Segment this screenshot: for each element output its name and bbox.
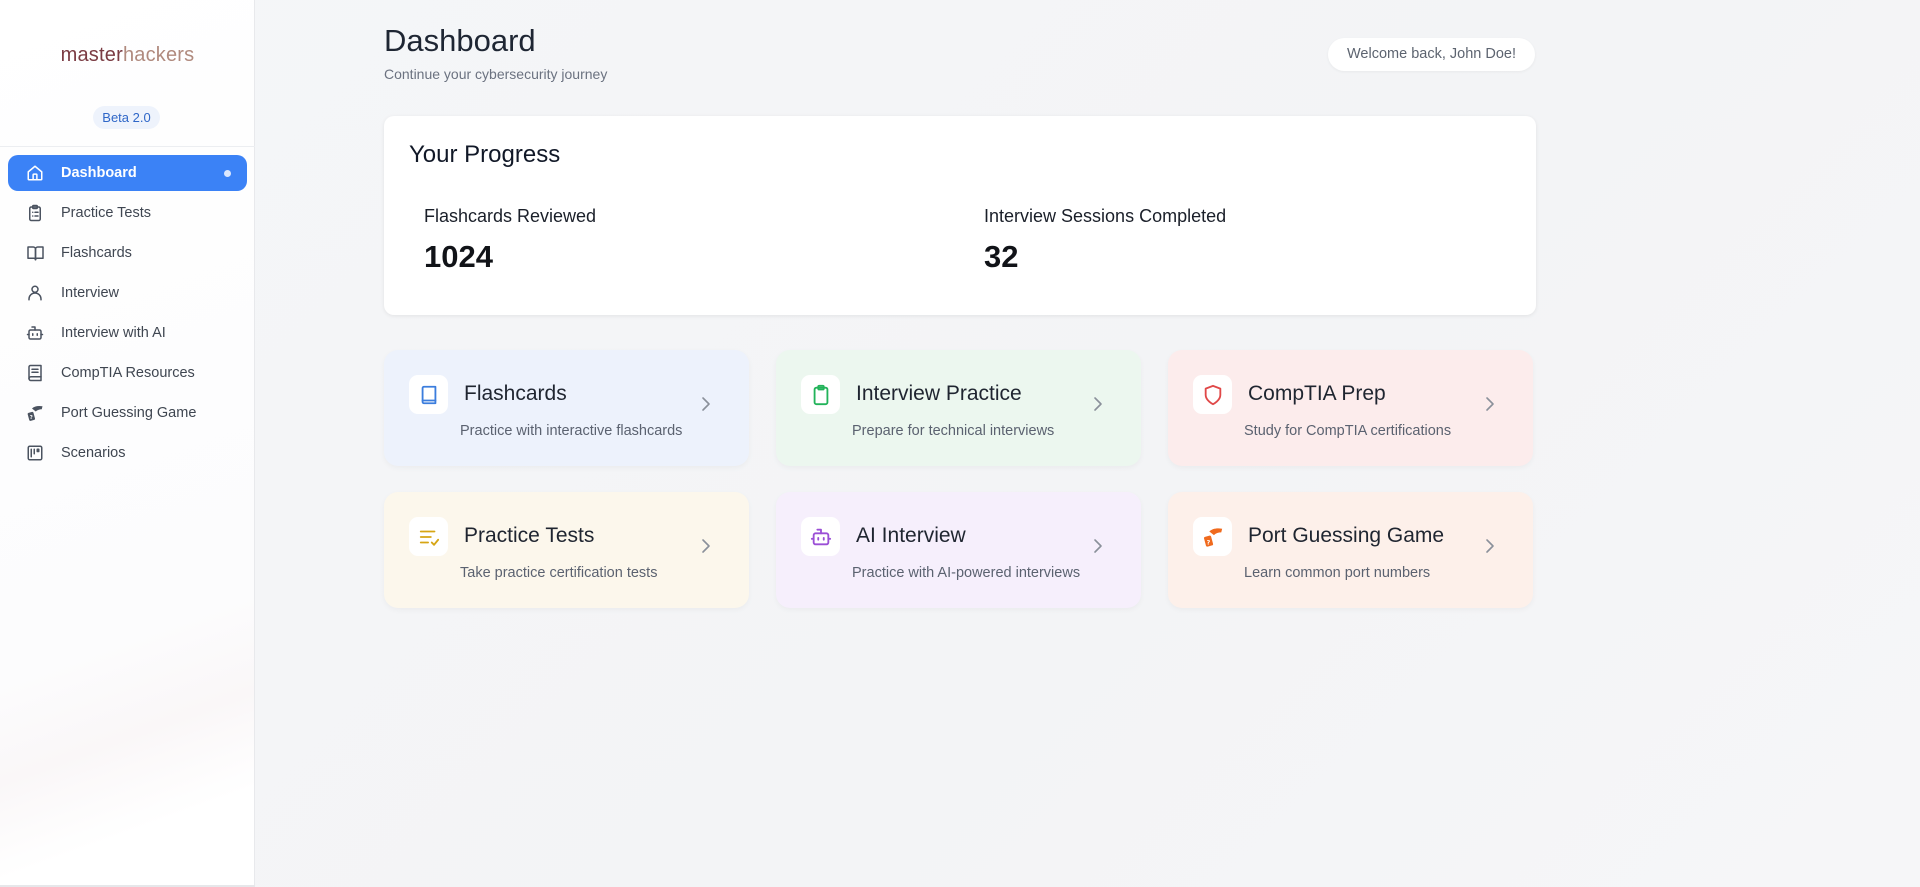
stat-label: Flashcards Reviewed xyxy=(424,206,597,226)
sidebar-item-label: Interview xyxy=(61,285,120,301)
chevron-right-icon xyxy=(1486,539,1494,553)
sidebar-item-dashboard[interactable]: Dashboard xyxy=(8,155,247,191)
sidebar-item-scenarios[interactable]: Scenarios xyxy=(8,435,247,471)
card-description: Study for CompTIA certifications xyxy=(1244,423,1452,439)
hand-card-icon: ? xyxy=(1193,517,1232,556)
beta-badge: Beta 2.0 xyxy=(93,106,160,129)
stat-flashcards-reviewed: Flashcards Reviewed 1024 xyxy=(424,206,596,275)
card-title: CompTIA Prep xyxy=(1248,382,1386,405)
sidebar-item-practice-tests[interactable]: Practice Tests xyxy=(8,195,247,231)
sidebar-item-label: Interview with AI xyxy=(61,325,166,341)
card-description: Learn common port numbers xyxy=(1244,565,1431,581)
chevron-right-icon xyxy=(1094,539,1102,553)
home-icon xyxy=(25,163,45,183)
card-description: Prepare for technical interviews xyxy=(852,423,1055,439)
page-subtitle: Continue your cybersecurity journey xyxy=(384,66,608,82)
stat-value: 1024 xyxy=(424,239,493,274)
brand-logo[interactable]: masterhackers xyxy=(0,44,255,67)
svg-text:?: ? xyxy=(30,415,33,421)
welcome-badge: Welcome back, John Doe! xyxy=(1328,38,1535,71)
stat-interview-sessions: Interview Sessions Completed 32 xyxy=(984,206,1226,275)
chevron-right-icon xyxy=(1094,397,1102,411)
card-title: Practice Tests xyxy=(464,524,595,547)
sidebar-item-interview-with-ai[interactable]: Interview with AI xyxy=(8,315,247,351)
card-practice-tests[interactable]: Practice Tests Take practice certificati… xyxy=(384,492,749,608)
card-description: Practice with interactive flashcards xyxy=(460,423,683,439)
chevron-right-icon xyxy=(1486,397,1494,411)
svg-text:?: ? xyxy=(1206,538,1210,546)
card-title: AI Interview xyxy=(856,524,966,547)
sidebar-item-label: Scenarios xyxy=(61,445,126,461)
user-icon xyxy=(25,283,45,303)
sidebar-nav: Dashboard Practice Tests Flashcards Inte… xyxy=(8,155,247,475)
sidebar-item-label: Flashcards xyxy=(61,245,132,261)
sidebar-item-port-guessing-game[interactable]: ? Port Guessing Game xyxy=(8,395,247,431)
bot-icon xyxy=(25,323,45,343)
book-open-icon xyxy=(25,243,45,263)
stat-value: 32 xyxy=(984,239,1019,274)
card-comptia-prep[interactable]: CompTIA Prep Study for CompTIA certifica… xyxy=(1168,350,1533,466)
active-indicator-dot xyxy=(224,170,231,177)
sidebar-item-label: Port Guessing Game xyxy=(61,405,197,421)
card-title: Interview Practice xyxy=(856,382,1022,405)
card-description: Practice with AI-powered interviews xyxy=(852,565,1081,581)
sidebar-item-label: CompTIA Resources xyxy=(61,365,195,381)
brand-part-1: master xyxy=(60,44,123,66)
list-checks-icon xyxy=(409,517,448,556)
stat-label: Interview Sessions Completed xyxy=(984,206,1227,226)
sidebar-item-flashcards[interactable]: Flashcards xyxy=(8,235,247,271)
card-ai-interview[interactable]: AI Interview Practice with AI-powered in… xyxy=(776,492,1141,608)
sidebar-item-comptia-resources[interactable]: CompTIA Resources xyxy=(8,355,247,391)
card-title: Port Guessing Game xyxy=(1248,524,1445,547)
card-flashcards[interactable]: Flashcards Practice with interactive fla… xyxy=(384,350,749,466)
book-icon xyxy=(25,363,45,383)
card-title: Flashcards xyxy=(464,382,567,405)
card-interview-practice[interactable]: Interview Practice Prepare for technical… xyxy=(776,350,1141,466)
clipboard-list-icon xyxy=(25,203,45,223)
bot-icon xyxy=(801,517,840,556)
card-description: Take practice certification tests xyxy=(460,565,658,581)
page-title: Dashboard xyxy=(384,23,536,58)
shield-icon xyxy=(1193,375,1232,414)
sidebar: masterhackers Beta 2.0 Dashboard Practic… xyxy=(0,0,255,887)
clipboard-icon xyxy=(801,375,840,414)
book-icon xyxy=(409,375,448,414)
sidebar-item-label: Dashboard xyxy=(61,165,137,181)
sidebar-item-interview[interactable]: Interview xyxy=(8,275,247,311)
progress-card: Your Progress Flashcards Reviewed 1024 I… xyxy=(384,116,1536,315)
chevron-right-icon xyxy=(702,539,710,553)
sidebar-divider xyxy=(0,146,255,147)
sidebar-item-label: Practice Tests xyxy=(61,205,151,221)
card-port-guessing-game[interactable]: ? Port Guessing Game Learn common port n… xyxy=(1168,492,1533,608)
hand-card-icon: ? xyxy=(25,403,45,423)
chevron-right-icon xyxy=(702,397,710,411)
brand-part-2: hackers xyxy=(122,44,195,66)
progress-title: Your Progress xyxy=(409,141,561,168)
kanban-icon xyxy=(25,443,45,463)
